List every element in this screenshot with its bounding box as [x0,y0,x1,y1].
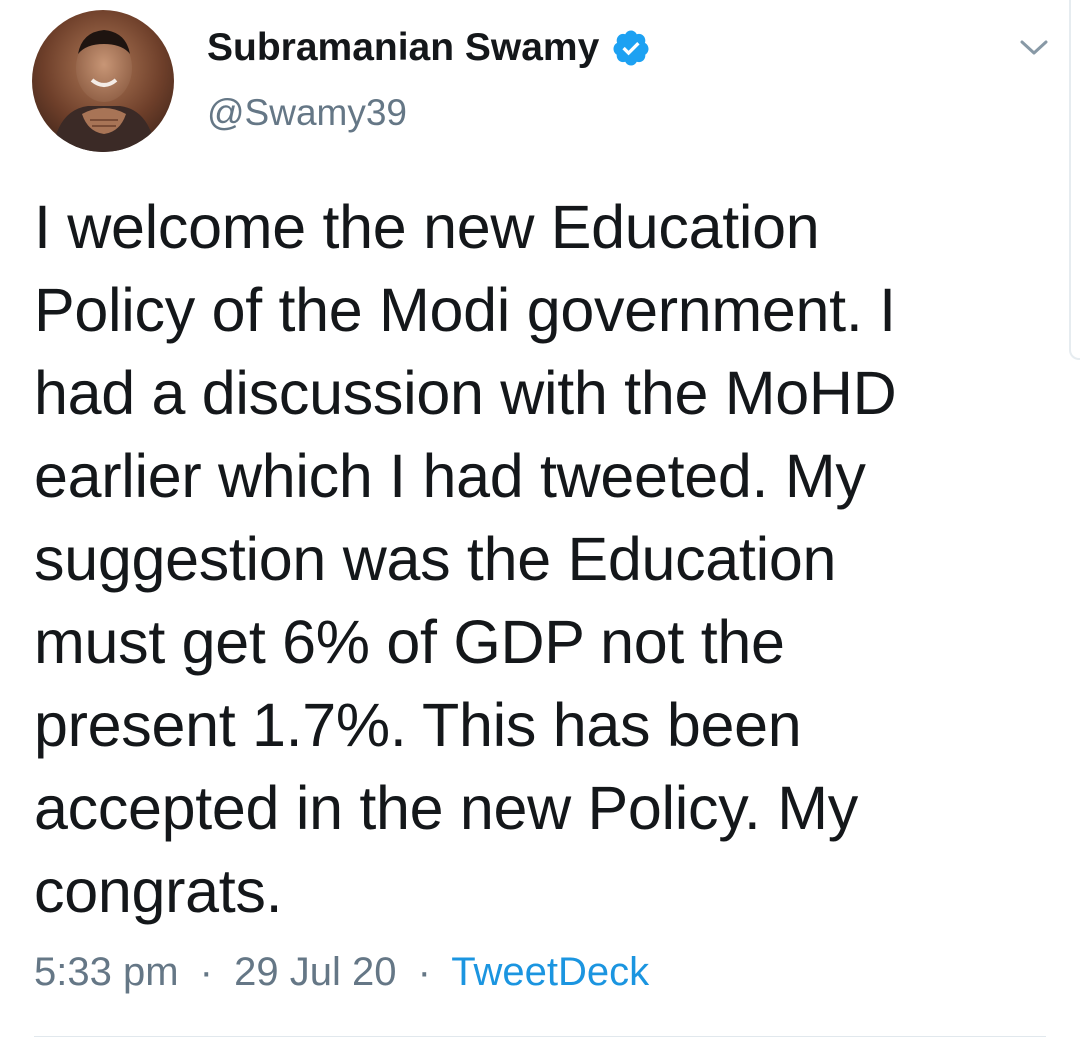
author-name-row[interactable]: Subramanian Swamy [207,22,651,74]
tweet-date[interactable]: 29 Jul 20 [234,950,396,994]
meta-separator: · [199,950,213,994]
author-handle[interactable]: @Swamy39 [207,92,407,134]
tweet-source-link[interactable]: TweetDeck [451,950,649,994]
tweet-text: I welcome the new Education Policy of th… [34,193,897,925]
tweet-detail: Subramanian Swamy @Swamy39 I welcome the… [0,0,1080,1048]
divider [34,1036,1046,1037]
display-name[interactable]: Subramanian Swamy [207,26,599,70]
scrollbar[interactable] [1069,0,1080,360]
verified-badge-icon [611,28,651,68]
chevron-down-icon[interactable] [1016,34,1052,60]
tweet-meta: 5:33 pm · 29 Jul 20 · TweetDeck [34,950,649,995]
tweet-time[interactable]: 5:33 pm [34,950,179,994]
avatar-image [32,10,174,152]
avatar[interactable] [32,10,174,152]
meta-separator: · [417,950,431,994]
